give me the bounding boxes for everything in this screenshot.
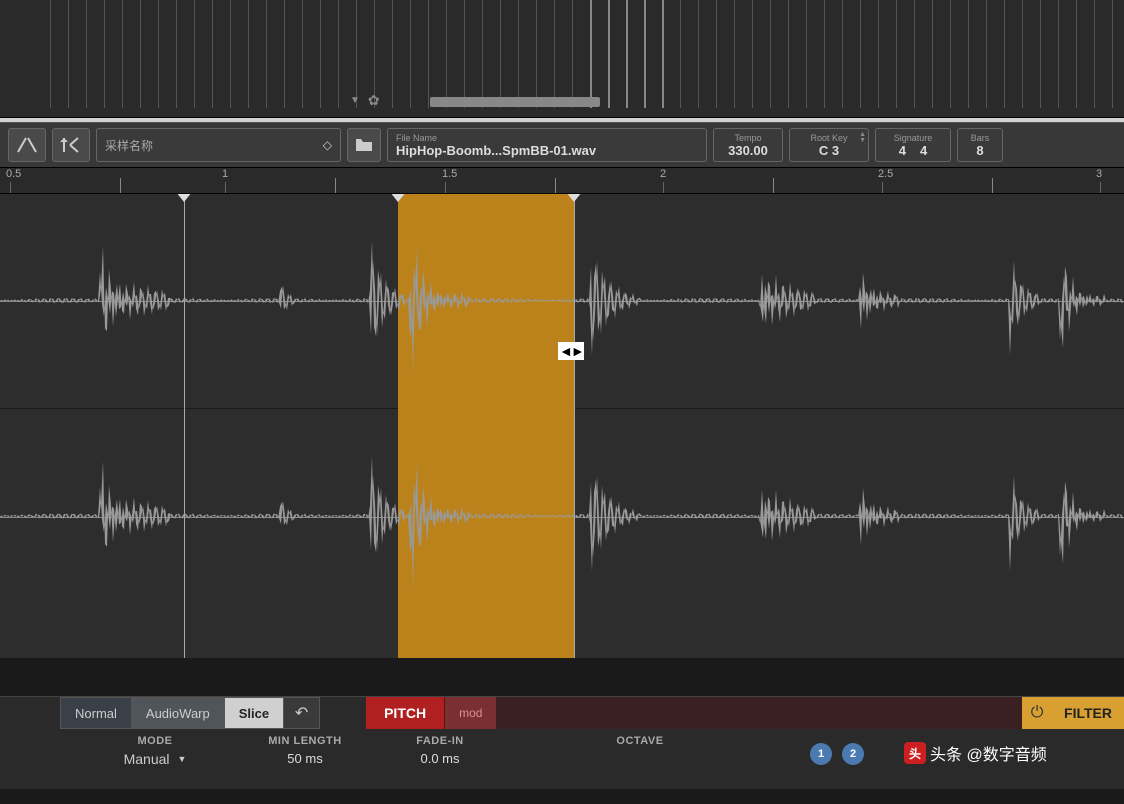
- undo-button[interactable]: ↶: [284, 697, 320, 729]
- tempo-field[interactable]: Tempo 330.00: [713, 128, 783, 162]
- badge-2[interactable]: 2: [842, 743, 864, 765]
- rootkey-value: C 3: [819, 143, 839, 158]
- tab-row: Normal AudioWarp Slice ↶ PITCH mod ⏻ FIL…: [0, 697, 1124, 729]
- spinner-icon[interactable]: ▲▼: [859, 132, 866, 144]
- signature-label: Signature: [894, 133, 933, 143]
- slice-marker[interactable]: [390, 194, 406, 202]
- badges: 1 2: [810, 743, 864, 765]
- minlength-value[interactable]: 50 ms: [287, 751, 322, 766]
- ruler-label: 3: [1096, 168, 1102, 180]
- badge-1[interactable]: 1: [810, 743, 832, 765]
- slice-marker[interactable]: [566, 194, 582, 202]
- tab-group: Normal AudioWarp Slice: [60, 697, 284, 729]
- fadein-value[interactable]: 0.0 ms: [420, 751, 459, 766]
- filter-label: FILTER: [1052, 697, 1124, 729]
- octave-label: OCTAVE: [616, 735, 663, 747]
- fadein-control: FADE-IN 0.0 ms: [390, 735, 490, 766]
- ruler-label: 2.5: [878, 168, 893, 180]
- mode-dropdown[interactable]: Manual ▼: [124, 751, 187, 767]
- pitch-label: PITCH: [366, 697, 444, 729]
- diamond-icon[interactable]: ◇: [323, 138, 332, 152]
- ruler-label: 1: [222, 168, 228, 180]
- gear-icon[interactable]: ✿: [368, 92, 380, 109]
- mode-control: MODE Manual ▼: [90, 735, 220, 767]
- rootkey-field[interactable]: Root Key C 3 ▲▼: [789, 128, 869, 162]
- horizontal-scrollbar[interactable]: [430, 97, 600, 107]
- dropdown-icon[interactable]: ▼: [350, 95, 360, 106]
- waveform-area[interactable]: ◄►: [0, 194, 1124, 658]
- rootkey-label: Root Key: [810, 133, 847, 143]
- signature-denominator: 4: [920, 143, 927, 158]
- bottom-panel: Normal AudioWarp Slice ↶ PITCH mod ⏻ FIL…: [0, 696, 1124, 789]
- waveform-right: [0, 409, 1124, 624]
- mode-value: Manual: [124, 751, 170, 767]
- tool-crossfade[interactable]: [8, 128, 46, 162]
- mode-label: MODE: [138, 735, 173, 747]
- resize-cursor-icon: ◄►: [558, 342, 584, 360]
- pitch-section: PITCH mod: [366, 697, 496, 729]
- sample-toolbar: 采样名称 ◇ File Name HipHop-Boomb...SpmBB-01…: [0, 122, 1124, 168]
- waveform-left: [0, 194, 1124, 408]
- sample-name-placeholder: 采样名称: [105, 137, 153, 154]
- signature-field[interactable]: Signature 4 4: [875, 128, 951, 162]
- ruler-label: 2: [660, 168, 666, 180]
- tool-snap[interactable]: [52, 128, 90, 162]
- controls-row: MODE Manual ▼ MIN LENGTH 50 ms FADE-IN 0…: [0, 729, 1124, 789]
- top-controls: ▼ ✿: [350, 92, 380, 109]
- file-name-label: File Name: [396, 133, 698, 143]
- tab-slice[interactable]: Slice: [225, 698, 283, 728]
- pitch-mod-button[interactable]: mod: [444, 697, 496, 729]
- file-browse-button[interactable]: [347, 128, 381, 162]
- velocity-lanes: [0, 0, 1124, 108]
- filter-section: ⏻ FILTER: [1022, 697, 1124, 729]
- ruler-label: 1.5: [442, 168, 457, 180]
- signature-numerator: 4: [899, 143, 906, 158]
- minlength-label: MIN LENGTH: [268, 735, 341, 747]
- minlength-control: MIN LENGTH 50 ms: [250, 735, 360, 766]
- bottom-gap: [0, 658, 1124, 696]
- tempo-label: Tempo: [734, 133, 761, 143]
- ruler-label: 0.5: [6, 168, 21, 180]
- waveform-channel-right: [0, 409, 1124, 624]
- sample-name-field[interactable]: 采样名称 ◇: [96, 128, 341, 162]
- file-name-field[interactable]: File Name HipHop-Boomb...SpmBB-01.wav: [387, 128, 707, 162]
- bars-field[interactable]: Bars 8: [957, 128, 1003, 162]
- tab-normal[interactable]: Normal: [61, 698, 132, 728]
- bars-label: Bars: [971, 133, 990, 143]
- tab-audiowarp[interactable]: AudioWarp: [132, 698, 225, 728]
- folder-icon: [355, 138, 373, 152]
- time-ruler[interactable]: 0.5 1 1.5 2 2.5 3: [0, 168, 1124, 194]
- crossfade-icon: [16, 136, 38, 154]
- watermark-logo: 头: [904, 742, 926, 764]
- file-name-value: HipHop-Boomb...SpmBB-01.wav: [396, 143, 698, 158]
- fadein-label: FADE-IN: [416, 735, 464, 747]
- octave-control: OCTAVE: [600, 735, 680, 747]
- filter-power-button[interactable]: ⏻: [1022, 697, 1052, 729]
- tempo-value: 330.00: [728, 143, 768, 158]
- slice-marker[interactable]: [176, 194, 192, 202]
- watermark: 头 头条 @数字音频: [904, 741, 1047, 765]
- snap-icon: [60, 136, 82, 154]
- watermark-text: 头条 @数字音频: [930, 741, 1047, 765]
- bars-value: 8: [976, 143, 983, 158]
- top-velocity-area: ▼ ✿: [0, 0, 1124, 118]
- chevron-down-icon: ▼: [178, 754, 187, 764]
- waveform-channel-left: [0, 194, 1124, 409]
